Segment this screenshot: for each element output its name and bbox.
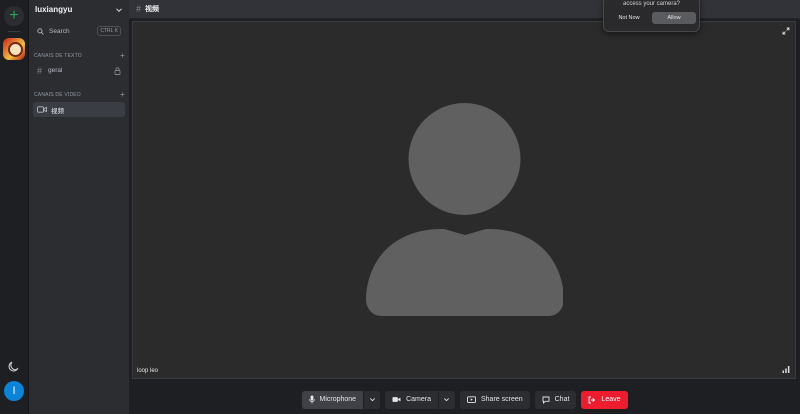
search-shortcut: CTRL K <box>97 26 121 36</box>
share-screen-button[interactable]: Share screen <box>459 390 530 409</box>
chat-icon <box>542 396 550 404</box>
section-video-channels[interactable]: CANAIS DE VIDEO + <box>34 91 125 99</box>
channel-item-geral[interactable]: # geral <box>33 63 125 78</box>
app-window: + I luxiangyu Search CTRL K CANAIS DE TE… <box>0 0 800 414</box>
signal-icon <box>782 366 790 373</box>
share-screen-label: Share screen <box>480 396 523 403</box>
person-placeholder-icon <box>366 103 563 316</box>
voice-main-area: loop leo Microphone Camera Share screen … <box>129 19 800 414</box>
hash-icon: # <box>136 4 142 14</box>
camera-permission-dialog: access your camera? Not Now Allow <box>603 0 700 32</box>
microphone-control: Microphone <box>301 390 381 409</box>
permission-question: access your camera? <box>622 1 681 7</box>
leave-icon <box>588 396 596 403</box>
chat-button[interactable]: Chat <box>534 390 577 409</box>
channel-sidebar: luxiangyu Search CTRL K CANAIS DE TEXTO … <box>29 0 129 414</box>
moon-icon[interactable] <box>8 360 20 372</box>
lock-icon <box>114 66 121 75</box>
participant-tile[interactable]: loop leo <box>132 21 796 379</box>
channel-title: 视频 <box>145 6 160 13</box>
plus-icon[interactable]: + <box>120 91 125 99</box>
server-icon-luxiangyu[interactable] <box>3 38 25 60</box>
leave-button[interactable]: Leave <box>581 390 628 409</box>
search-button[interactable]: Search CTRL K <box>33 23 125 39</box>
plus-icon[interactable]: + <box>120 52 125 60</box>
camera-label: Camera <box>406 396 431 403</box>
video-camera-icon <box>37 106 47 113</box>
chevron-down-icon <box>116 7 122 12</box>
expand-icon[interactable] <box>782 27 790 35</box>
search-icon <box>37 27 44 35</box>
server-rail: + I <box>0 0 29 414</box>
section-text-channels[interactable]: CANAIS DE TEXTO + <box>34 52 125 60</box>
section-label: CANAIS DE VIDEO <box>34 92 81 98</box>
camera-button[interactable]: Camera <box>385 390 438 409</box>
chat-label: Chat <box>554 396 570 403</box>
channel-item-video[interactable]: 视频 <box>33 102 125 117</box>
microphone-button[interactable]: Microphone <box>301 390 364 409</box>
channel-label: geral <box>48 67 63 74</box>
add-server-button[interactable]: + <box>4 6 24 26</box>
video-camera-icon <box>392 397 401 402</box>
server-header[interactable]: luxiangyu <box>29 0 129 19</box>
call-control-bar: Microphone Camera Share screen Chat Leav… <box>129 385 800 414</box>
section-label: CANAIS DE TEXTO <box>34 53 82 59</box>
rail-divider <box>8 31 20 32</box>
channel-label: 视频 <box>51 107 64 115</box>
participant-name: loop leo <box>137 368 159 374</box>
server-name: luxiangyu <box>35 5 73 14</box>
microphone-label: Microphone <box>319 396 357 403</box>
camera-options-button[interactable] <box>438 390 455 409</box>
microphone-options-button[interactable] <box>364 390 381 409</box>
chevron-down-icon <box>444 398 450 402</box>
camera-control: Camera <box>385 390 455 409</box>
allow-button[interactable]: Allow <box>652 12 696 24</box>
hash-icon: # <box>37 65 43 76</box>
not-now-button[interactable]: Not Now <box>607 12 651 24</box>
microphone-icon <box>308 395 315 404</box>
permission-buttons: Not Now Allow <box>604 12 699 24</box>
user-avatar[interactable]: I <box>4 381 24 401</box>
plus-icon: + <box>9 7 19 24</box>
search-label: Search <box>49 27 70 35</box>
share-screen-icon <box>467 395 476 403</box>
leave-label: Leave <box>601 396 621 403</box>
chevron-down-icon <box>369 398 375 402</box>
